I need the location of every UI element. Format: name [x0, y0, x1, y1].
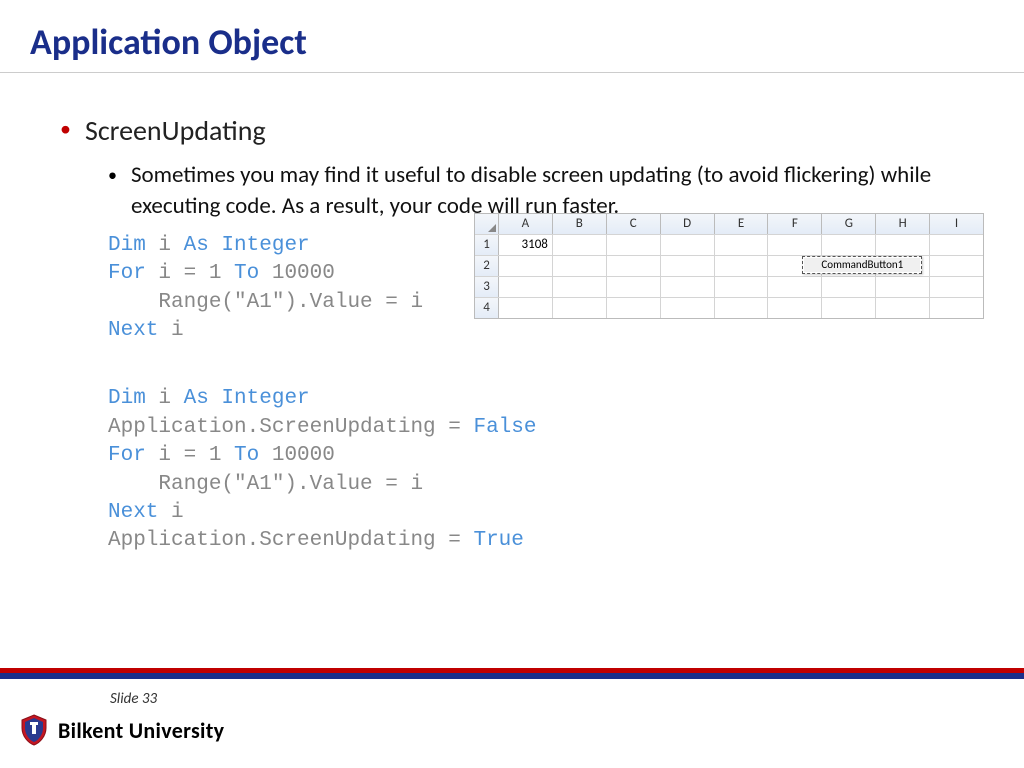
data-row: 4 — [475, 298, 983, 318]
slide-title: Application Object — [30, 20, 994, 64]
keyword-dim: Dim — [108, 234, 146, 257]
keyword-next: Next — [108, 501, 158, 524]
cell — [661, 256, 715, 276]
footer-accent-bar — [0, 668, 1024, 678]
cell — [607, 298, 661, 318]
cell — [876, 235, 930, 255]
cell — [768, 235, 822, 255]
col-header: G — [822, 214, 876, 234]
keyword-as: As Integer — [184, 387, 310, 410]
keyword-next: Next — [108, 319, 158, 342]
title-region: Application Object — [0, 0, 1024, 73]
cell — [715, 298, 769, 318]
cell — [822, 277, 876, 297]
col-header: I — [930, 214, 983, 234]
keyword-for: For — [108, 444, 146, 467]
university-name: Bilkent University — [58, 717, 224, 744]
keyword-as: As Integer — [184, 234, 310, 257]
slide-number: Slide 33 — [110, 690, 1024, 708]
cell — [499, 298, 553, 318]
spreadsheet-preview: A B C D E F G H I 1 3108 — [474, 213, 984, 319]
cell — [607, 235, 661, 255]
keyword-dim: Dim — [108, 387, 146, 410]
col-header: E — [715, 214, 769, 234]
col-header: D — [661, 214, 715, 234]
col-header: F — [768, 214, 822, 234]
footer: Slide 33 Bilkent University — [0, 668, 1024, 768]
code-block-2: Dim i As Integer Application.ScreenUpdat… — [108, 385, 964, 555]
col-header: C — [607, 214, 661, 234]
row-header: 4 — [475, 298, 499, 318]
select-all-corner — [475, 214, 499, 234]
cell — [661, 277, 715, 297]
cell — [768, 298, 822, 318]
cell-a1: 3108 — [499, 235, 553, 255]
cell — [553, 298, 607, 318]
data-row: 3 — [475, 277, 983, 298]
data-row: 1 3108 — [475, 235, 983, 256]
cell — [553, 277, 607, 297]
row-header: 1 — [475, 235, 499, 255]
content-area: • ScreenUpdating • Sometimes you may fin… — [0, 73, 1024, 668]
code-body: Range("A1").Value = i — [108, 291, 423, 314]
cell — [661, 298, 715, 318]
cell: CommandButton1 — [822, 256, 876, 276]
col-header: H — [876, 214, 930, 234]
data-row: 2 CommandButton1 — [475, 256, 983, 277]
col-header: B — [553, 214, 607, 234]
slide: Application Object • ScreenUpdating • So… — [0, 0, 1024, 768]
keyword-true: True — [473, 529, 523, 552]
cell — [607, 277, 661, 297]
cell — [876, 256, 930, 276]
keyword-to: To — [234, 444, 259, 467]
bullet-level-1: • ScreenUpdating — [60, 113, 964, 148]
cell — [715, 235, 769, 255]
cell — [930, 256, 983, 276]
row-header: 2 — [475, 256, 499, 276]
bullet-icon: • — [108, 160, 117, 190]
col-header: A — [499, 214, 553, 234]
cell — [553, 256, 607, 276]
code-body: Range("A1").Value = i — [108, 473, 423, 496]
cell — [499, 277, 553, 297]
keyword-to: To — [234, 262, 259, 285]
cell — [499, 256, 553, 276]
cell — [876, 298, 930, 318]
column-header-row: A B C D E F G H I — [475, 214, 983, 235]
bullet-icon: • — [60, 113, 71, 145]
cell — [930, 277, 983, 297]
cell — [661, 235, 715, 255]
cell — [607, 256, 661, 276]
keyword-for: For — [108, 262, 146, 285]
bullet-text: ScreenUpdating — [85, 113, 266, 148]
cell — [822, 298, 876, 318]
cell — [553, 235, 607, 255]
cell — [768, 277, 822, 297]
cell — [715, 277, 769, 297]
cell — [930, 235, 983, 255]
row-header: 3 — [475, 277, 499, 297]
university-logo-icon — [20, 714, 48, 746]
university-branding: Bilkent University — [20, 714, 1024, 746]
cell — [930, 298, 983, 318]
cell — [876, 277, 930, 297]
cell — [715, 256, 769, 276]
keyword-false: False — [473, 416, 536, 439]
cell — [822, 235, 876, 255]
